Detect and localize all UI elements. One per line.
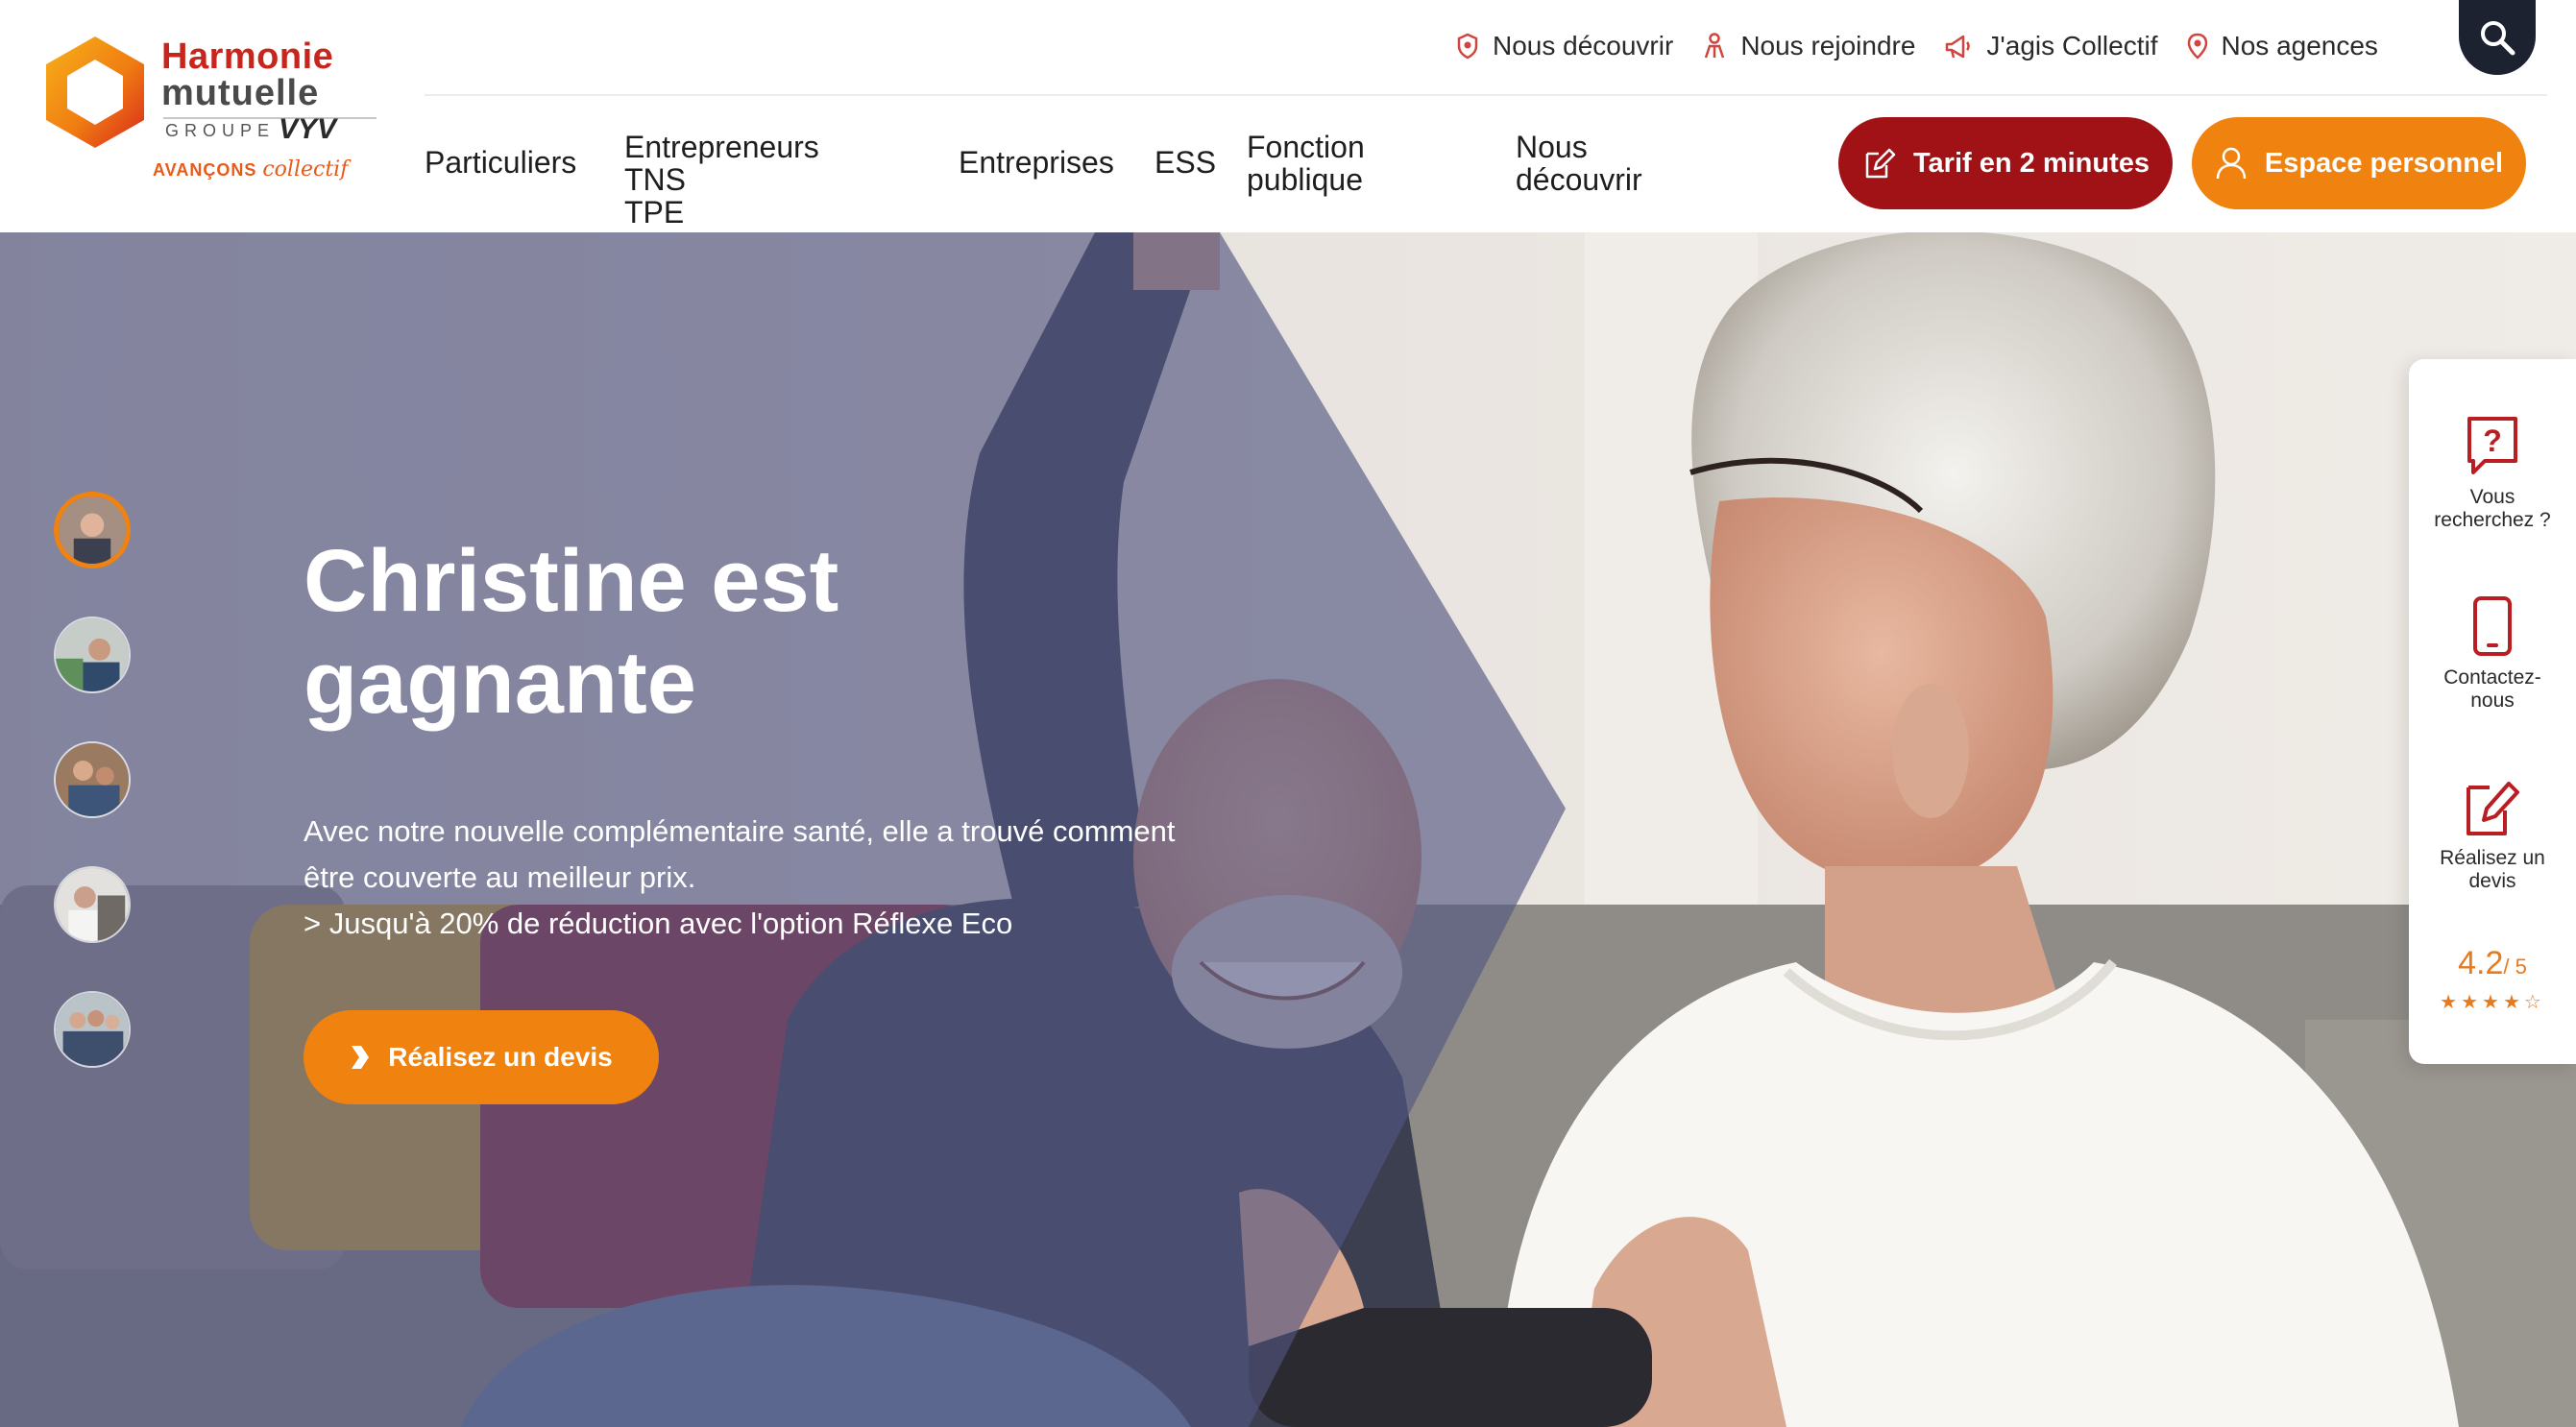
thumb-image <box>56 993 129 1066</box>
top-navigation: Nous découvrir Nous rejoindre J'agis Col… <box>1456 25 2407 67</box>
hero-description: Avec notre nouvelle complémentaire santé… <box>304 809 1245 947</box>
nav-nous-decouvrir[interactable]: Nous découvrir <box>1516 131 1642 196</box>
brand-tagline: AVANÇONS collectif <box>153 157 348 181</box>
topnav-jagis-collectif[interactable]: J'agis Collectif <box>1944 31 2158 61</box>
customer-rating[interactable]: 4.2/ 5 ★★★★☆ <box>2409 945 2576 1014</box>
hero-banner: Christine est gagnante Avec notre nouvel… <box>0 232 2576 1427</box>
group-name: VYV <box>279 113 337 145</box>
side-vous-recherchez[interactable]: ? Vous recherchez ? <box>2409 415 2576 532</box>
star-full-icon: ★ <box>2440 992 2462 1013</box>
brand-name-line1: Harmonie <box>161 36 334 77</box>
tarif-button-label: Tarif en 2 minutes <box>1912 147 2151 179</box>
nav-fonction-line1: Fonction <box>1247 130 1365 164</box>
person-icon <box>1705 33 1725 59</box>
tarif-button[interactable]: Tarif en 2 minutes <box>1838 117 2173 209</box>
nav-ess[interactable]: ESS <box>1154 146 1216 179</box>
topnav-label: J'agis Collectif <box>1986 31 2158 60</box>
question-bubble-icon: ? <box>2467 417 2517 474</box>
thumb-image <box>59 496 126 564</box>
mobile-phone-icon <box>2473 596 2512 656</box>
topnav-nos-agences[interactable]: Nos agences <box>2187 31 2378 61</box>
hero-title-line1: Christine est <box>304 532 839 630</box>
megaphone-icon <box>1946 35 1971 59</box>
side-realisez-devis[interactable]: Réalisez un devis <box>2409 776 2576 893</box>
site-header: Harmonie mutuelle GROUPE VYV AVANÇONS col… <box>0 0 2576 232</box>
side-label: Réalisez un <box>2440 847 2545 869</box>
side-label: nous <box>2470 689 2515 712</box>
nav-entreprises[interactable]: Entreprises <box>959 146 1114 179</box>
espace-button-label: Espace personnel <box>2264 147 2504 179</box>
slide-thumb-2[interactable] <box>54 617 131 693</box>
topnav-label: Nos agences <box>2221 31 2378 60</box>
hero-desc-line1: Avec notre nouvelle complémentaire santé… <box>304 814 1176 848</box>
slide-thumb-3[interactable] <box>54 741 131 818</box>
side-label: Contactez- <box>2443 666 2541 689</box>
logo-divider <box>163 117 377 119</box>
side-quick-panel: ? Vous recherchez ? Contactez- nous Réal… <box>2409 359 2576 1064</box>
hero-cta-label: Réalisez un devis <box>388 1042 613 1072</box>
rating-value: 4.2 <box>2458 945 2504 981</box>
star-empty-icon: ☆ <box>2523 992 2545 1013</box>
location-pin-icon <box>2187 33 2207 60</box>
nav-entrepreneurs-line1: Entrepreneurs TNS <box>624 130 819 197</box>
star-full-icon: ★ <box>2482 992 2503 1013</box>
side-label: devis <box>2468 870 2516 892</box>
rating-stars: ★★★★☆ <box>2409 990 2576 1014</box>
svg-text:?: ? <box>2483 423 2502 458</box>
slide-thumb-1[interactable] <box>54 492 131 568</box>
search-button[interactable] <box>2459 0 2536 75</box>
espace-personnel-button[interactable]: Espace personnel <box>2192 117 2526 209</box>
slide-thumbnails <box>54 492 133 1077</box>
nav-decouvrir-line2: découvrir <box>1516 162 1642 197</box>
rating-max: / 5 <box>2503 955 2527 979</box>
topnav-nous-rejoindre[interactable]: Nous rejoindre <box>1702 31 1915 61</box>
nav-entrepreneurs[interactable]: Entrepreneurs TNS TPE <box>624 131 819 229</box>
group-label: GROUPE <box>165 121 276 140</box>
edit-form-icon <box>1865 148 1896 179</box>
hero-desc-line2: être couverte au meilleur prix. <box>304 860 696 894</box>
tagline-text: AVANÇONS <box>153 160 257 180</box>
star-full-icon: ★ <box>2461 992 2483 1013</box>
header-divider <box>425 94 2547 96</box>
topnav-label: Nous rejoindre <box>1740 31 1916 60</box>
thumb-image <box>56 618 129 691</box>
hero-title: Christine est gagnante <box>304 530 1072 734</box>
star-full-icon: ★ <box>2502 992 2524 1013</box>
hero-devis-button[interactable]: Réalisez un devis <box>304 1010 659 1104</box>
side-label: Vous <box>2469 486 2515 508</box>
slide-thumb-5[interactable] <box>54 991 131 1068</box>
nav-fonction-publique[interactable]: Fonction publique <box>1247 131 1365 196</box>
side-contactez-nous[interactable]: Contactez- nous <box>2409 595 2576 713</box>
tagline-script: collectif <box>262 157 349 181</box>
harmonie-mutuelle-logo[interactable]: Harmonie mutuelle GROUPE VYV AVANÇONS col… <box>42 31 377 194</box>
thumb-image <box>56 868 129 941</box>
shield-icon <box>1457 33 1478 60</box>
nav-fonction-line2: publique <box>1247 162 1363 197</box>
chevron-right-icon <box>352 1046 370 1069</box>
thumb-image <box>56 743 129 816</box>
hexagon-logo-icon <box>46 36 144 148</box>
nav-particuliers[interactable]: Particuliers <box>425 146 576 179</box>
side-label: recherchez ? <box>2434 509 2551 531</box>
topnav-nous-decouvrir[interactable]: Nous découvrir <box>1456 31 1673 61</box>
nav-decouvrir-line1: Nous <box>1516 130 1588 164</box>
search-icon <box>2481 21 2515 56</box>
brand-name-line2: mutuelle <box>161 73 320 113</box>
hero-desc-line3: > Jusqu'à 20% de réduction avec l'option… <box>304 907 1013 940</box>
topnav-label: Nous découvrir <box>1493 31 1674 60</box>
slide-thumb-4[interactable] <box>54 866 131 943</box>
user-icon <box>2216 147 2247 180</box>
edit-form-icon <box>2467 782 2519 835</box>
hero-title-line2: gagnante <box>304 634 696 732</box>
nav-entrepreneurs-line2: TPE <box>624 195 685 230</box>
